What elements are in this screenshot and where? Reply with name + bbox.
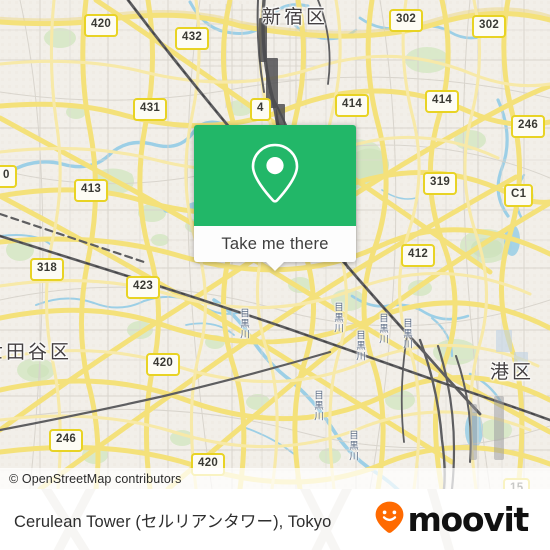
footer-bar: Cerulean Tower (セルリアンタワー), Tokyo moovit [0, 489, 550, 550]
popup-card-tail [266, 262, 284, 271]
road-shield[interactable]: 432 [175, 27, 210, 50]
road-shield[interactable]: 414 [335, 94, 370, 117]
map-label-minato-ku: 港区 [490, 361, 535, 383]
road-shield[interactable]: 302 [389, 9, 424, 32]
road-shield[interactable]: 413 [74, 179, 109, 202]
osm-attribution[interactable]: © OpenStreetMap contributors [0, 468, 550, 489]
moovit-logo[interactable]: moovit [374, 500, 529, 539]
popup-card-header [194, 125, 356, 226]
map-screen: 新宿区 世田谷区 港区 目黒川 目黒川 目黒川 目黒川 目黒川 目黒川 目黒川 … [0, 0, 550, 550]
map-river-label: 目黒川 [377, 313, 388, 345]
road-shield[interactable]: 319 [423, 172, 458, 195]
map-river-label: 目黒川 [332, 302, 343, 334]
road-shield[interactable]: 412 [401, 244, 436, 267]
popup-card-footer[interactable]: Take me there [194, 226, 356, 271]
road-shield[interactable]: 0 [0, 165, 17, 188]
road-shield[interactable]: 302 [472, 15, 507, 38]
location-pin-icon [249, 141, 301, 210]
road-shield[interactable]: 431 [133, 98, 168, 121]
road-shield[interactable]: 414 [425, 90, 460, 113]
location-popup-card[interactable]: Take me there [194, 125, 356, 271]
road-shield[interactable]: 246 [49, 429, 84, 452]
road-shield[interactable]: 318 [30, 258, 65, 281]
map-label-shinjuku-ku: 新宿区 [262, 6, 329, 28]
osm-attribution-text: © OpenStreetMap contributors [9, 471, 182, 486]
map-label-setagaya-ku: 世田谷区 [0, 341, 73, 363]
page-title: Cerulean Tower (セルリアンタワー), Tokyo [14, 512, 332, 531]
map-river-label: 目黒川 [401, 318, 412, 350]
map-viewport[interactable]: 新宿区 世田谷区 港区 目黒川 目黒川 目黒川 目黒川 目黒川 目黒川 目黒川 … [0, 0, 550, 489]
map-river-label: 目黒川 [347, 430, 358, 462]
take-me-there-button-label: Take me there [221, 234, 329, 253]
road-shield[interactable]: 423 [126, 276, 161, 299]
road-shield[interactable]: C1 [504, 184, 534, 207]
road-shield[interactable]: 420 [146, 353, 181, 376]
map-river-label: 目黒川 [312, 390, 323, 422]
map-river-label: 目黒川 [238, 308, 249, 340]
road-shield[interactable]: 420 [84, 14, 119, 37]
road-shield[interactable]: 4 [250, 98, 271, 121]
map-river-label: 目黒川 [354, 330, 365, 362]
road-shield[interactable]: 246 [511, 115, 546, 138]
moovit-pin-icon [374, 500, 405, 539]
moovit-wordmark: moovit [407, 500, 529, 539]
